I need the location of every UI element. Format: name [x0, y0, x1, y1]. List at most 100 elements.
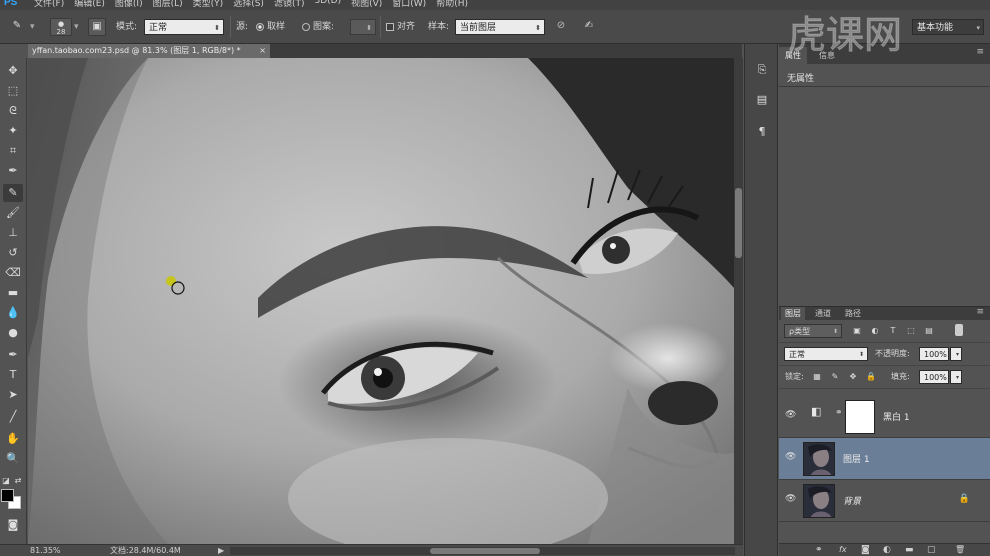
panel-menu-icon[interactable]: ≡ [976, 47, 984, 57]
zoom-tool-icon[interactable]: 🔍 [3, 450, 23, 468]
visibility-eye-icon[interactable]: 👁 [785, 410, 796, 420]
canvas-vertical-scrollbar[interactable] [734, 58, 743, 544]
filter-toggle-icon[interactable] [955, 324, 963, 336]
brush-tool-icon[interactable]: 🖌 [3, 204, 23, 222]
lock-position-icon[interactable]: ✥ [847, 371, 859, 383]
layer-row[interactable]: 👁 背景 🔒 [779, 480, 990, 522]
path-selection-tool-icon[interactable]: ➤ [3, 386, 23, 404]
foreground-color-swatch[interactable] [1, 489, 14, 502]
document-tab[interactable]: yffan.taobao.com23.psd @ 81.3% (图层 1, RG… [28, 44, 270, 58]
visibility-eye-icon[interactable]: 👁 [785, 494, 796, 504]
link-icon[interactable]: ⚭ [835, 408, 843, 418]
clone-stamp-tool-icon[interactable]: ⊥ [3, 224, 23, 242]
mode-select[interactable]: 正常 ⬍ [144, 19, 224, 35]
filter-type-icon[interactable]: T [887, 325, 899, 337]
dodge-tool-icon[interactable]: ● [3, 324, 23, 342]
pressure-size-icon[interactable]: ✍ [580, 18, 598, 36]
document-canvas[interactable] [28, 58, 734, 544]
scrollbar-thumb[interactable] [430, 548, 540, 554]
tab-info[interactable]: 信息 [813, 47, 841, 64]
move-tool-icon[interactable]: ✥ [3, 62, 23, 80]
layer-row[interactable]: 👁 ◧ ⚭ 黑白 1 [779, 396, 990, 438]
workspace-switcher[interactable]: 基本功能 ▾ [912, 19, 984, 35]
adjustment-icon[interactable]: ◐ [883, 545, 891, 555]
tab-paths[interactable]: 路径 [841, 307, 865, 320]
menu-edit[interactable]: 编辑(E) [74, 0, 105, 9]
tab-layers[interactable]: 图层 [781, 307, 805, 320]
pen-tool-icon[interactable]: ✒ [3, 346, 23, 364]
layer-mask-thumbnail[interactable] [845, 400, 875, 434]
healing-brush-tool-icon[interactable]: ✎ [8, 18, 26, 36]
clone-source-panel-icon[interactable]: ▣ [88, 18, 106, 36]
zoom-level[interactable]: 81.35% [30, 545, 61, 556]
opacity-dropdown[interactable]: ▾ [950, 347, 962, 361]
menu-image[interactable]: 图像(I) [115, 0, 143, 9]
scrollbar-thumb[interactable] [735, 188, 742, 258]
healing-brush-tool-icon[interactable]: ✎ [3, 184, 23, 202]
fx-icon[interactable]: fx [839, 545, 847, 554]
properties-panel-icon[interactable]: ▤ [754, 92, 770, 108]
visibility-eye-icon[interactable]: 👁 [785, 452, 796, 462]
eraser-tool-icon[interactable]: ⌫ [3, 264, 23, 282]
eyedropper-tool-icon[interactable]: ✒ [3, 162, 23, 180]
layer-filter-select[interactable]: ρ类型 ⬍ [784, 324, 842, 338]
opacity-input[interactable]: 100% [919, 347, 949, 361]
menu-3d[interactable]: 3D(D) [314, 0, 341, 9]
menu-layer[interactable]: 图层(L) [153, 0, 183, 9]
panel-menu-icon[interactable]: ≡ [976, 307, 984, 317]
lock-transparency-icon[interactable]: ▦ [811, 371, 823, 383]
history-brush-tool-icon[interactable]: ↺ [3, 244, 23, 262]
menu-view[interactable]: 视图(V) [351, 0, 382, 9]
tab-properties[interactable]: 属性 [779, 47, 807, 64]
blend-mode-select[interactable]: 正常 ⬍ [784, 347, 868, 361]
close-icon[interactable]: × [259, 44, 266, 58]
history-panel-icon[interactable]: ⎘ [754, 62, 770, 78]
ignore-adjustment-layers-icon[interactable]: ⊘ [552, 18, 570, 36]
menu-type[interactable]: 类型(Y) [193, 0, 224, 9]
source-sampled-radio[interactable]: 取样 [256, 19, 285, 35]
filter-pixel-icon[interactable]: ▣ [851, 325, 863, 337]
sample-select[interactable]: 当前图层 ⬍ [455, 19, 545, 35]
lock-pixels-icon[interactable]: ✎ [829, 371, 841, 383]
type-tool-icon[interactable]: T [3, 366, 23, 384]
brush-picker-chevron-icon[interactable]: ▾ [74, 19, 79, 35]
brush-size-picker[interactable]: ● 28 [50, 18, 72, 36]
tool-preset-chevron-icon[interactable]: ▾ [30, 19, 35, 35]
layer-name[interactable]: 黑白 1 [883, 410, 910, 423]
menu-filter[interactable]: 滤镜(T) [274, 0, 305, 9]
menu-file[interactable]: 文件(F) [34, 0, 64, 9]
paragraph-panel-icon[interactable]: ¶ [754, 124, 770, 140]
quick-selection-tool-icon[interactable]: ✦ [3, 122, 23, 140]
crop-tool-icon[interactable]: ⌗ [3, 142, 23, 160]
lock-all-icon[interactable]: 🔒 [865, 371, 877, 383]
layer-name[interactable]: 背景 [843, 494, 861, 507]
tab-channels[interactable]: 通道 [811, 307, 835, 320]
fill-input[interactable]: 100% [919, 370, 949, 384]
gradient-tool-icon[interactable]: ▬ [3, 284, 23, 302]
new-layer-icon[interactable]: ▢ [927, 545, 936, 555]
filter-smart-object-icon[interactable]: ▤ [923, 325, 935, 337]
layer-row-selected[interactable]: 👁 图层 1 [779, 438, 990, 480]
lasso-tool-icon[interactable]: ᘓ [3, 102, 23, 120]
layer-name[interactable]: 图层 1 [843, 452, 870, 465]
swap-colors-icon[interactable]: ⇄ [12, 472, 24, 490]
menu-window[interactable]: 窗口(W) [392, 0, 426, 9]
trash-icon[interactable]: 🗑 [955, 545, 965, 554]
blur-tool-icon[interactable]: 💧 [3, 304, 23, 322]
quick-mask-icon[interactable]: ◙ [3, 516, 23, 534]
fill-dropdown[interactable]: ▾ [950, 370, 962, 384]
link-icon[interactable]: ⚭ [815, 545, 823, 555]
filter-shape-icon[interactable]: ⬚ [905, 325, 917, 337]
status-menu-icon[interactable]: ▶ [218, 545, 224, 556]
marquee-tool-icon[interactable]: ⬚ [3, 82, 23, 100]
folder-icon[interactable]: ▬ [905, 545, 914, 555]
default-colors-icon[interactable]: ◪ [1, 472, 11, 490]
pattern-picker[interactable]: ⬍ [350, 19, 376, 35]
mask-icon[interactable]: ◙ [861, 545, 870, 555]
canvas-horizontal-scrollbar[interactable] [230, 547, 735, 555]
menu-help[interactable]: 帮助(H) [436, 0, 468, 9]
hand-tool-icon[interactable]: ✋ [3, 430, 23, 448]
line-tool-icon[interactable]: ╱ [3, 408, 23, 426]
filter-adjustment-icon[interactable]: ◐ [869, 325, 881, 337]
menu-select[interactable]: 选择(S) [233, 0, 264, 9]
